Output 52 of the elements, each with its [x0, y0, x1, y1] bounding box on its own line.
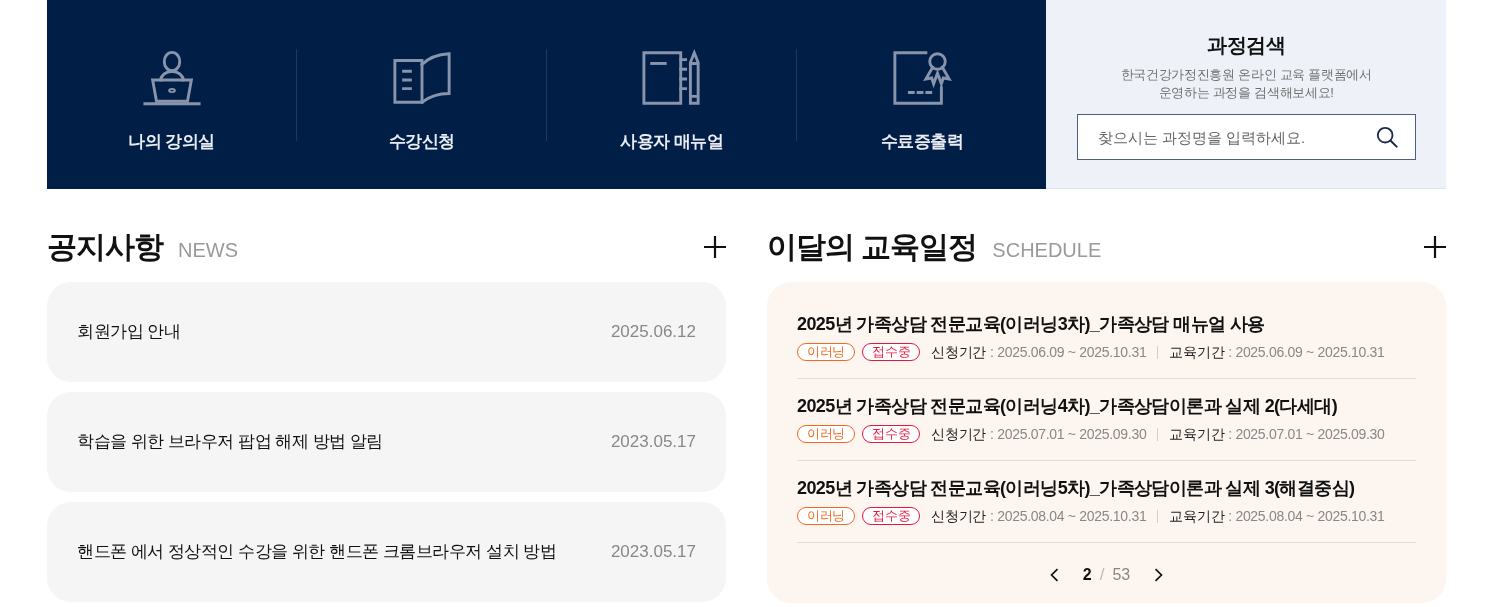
course-title-link[interactable]: 2025년 가족상담 전문교육(이러닝3차)_가족상담 매뉴얼 사용	[797, 311, 1416, 337]
search-panel-title: 과정검색	[1207, 33, 1286, 58]
schedule-more-button[interactable]	[1424, 236, 1446, 258]
course-tag: 이러닝	[797, 425, 856, 443]
chevron-right-icon	[1152, 567, 1164, 583]
edu-period-value: : 2025.06.09 ~ 2025.10.31	[1228, 342, 1385, 362]
course-tag: 이러닝	[797, 343, 856, 361]
edu-period-label: 교육기간	[1169, 506, 1225, 526]
edu-period-value: : 2025.07.01 ~ 2025.09.30	[1228, 424, 1385, 444]
course-tag: 접수중	[862, 343, 921, 361]
apply-period-label: 신청기간	[931, 424, 987, 444]
notice-date: 2023.05.17	[610, 431, 696, 454]
apply-period-label: 신청기간	[931, 506, 987, 526]
section-title: 공지사항	[47, 229, 163, 265]
notice-card[interactable]: 회원가입 안내 2025.06.12	[47, 282, 726, 382]
apply-period-value: : 2025.08.04 ~ 2025.10.31	[990, 506, 1147, 526]
search-button[interactable]	[1375, 126, 1398, 148]
edu-period-label: 교육기간	[1169, 342, 1225, 362]
quick-link[interactable]: 나의 강의실	[47, 0, 297, 189]
notice-card[interactable]: 핸드폰 에서 정상적인 수강을 위한 핸드폰 크롬브라우저 설치 방법 2023.05.17	[47, 502, 726, 602]
notice-date: 2023.05.17	[610, 541, 696, 564]
apply-period-value: : 2025.07.01 ~ 2025.09.30	[990, 424, 1147, 444]
course-title-link[interactable]: 2025년 가족상담 전문교육(이러닝4차)_가족상담이론과 실제 2(다세대)	[797, 393, 1416, 419]
quick-link[interactable]: 수료증출력	[797, 0, 1047, 189]
chevron-left-icon	[1049, 567, 1061, 583]
news-more-button[interactable]	[704, 236, 726, 258]
notice-date: 2025.06.12	[610, 321, 696, 344]
notice-title: 핸드폰 에서 정상적인 수강을 위한 핸드폰 크롬브라우저 설치 방법	[77, 541, 557, 564]
course-tag: 접수중	[862, 425, 921, 443]
plus-icon	[704, 236, 726, 258]
section-subtitle: SCHEDULE	[992, 238, 1102, 262]
quick-link[interactable]: 사용자 매뉴얼	[547, 0, 797, 189]
current-page: 2	[1082, 565, 1092, 585]
course-tag: 접수중	[862, 507, 921, 525]
notice-title: 학습을 위한 브라우저 팝업 해제 방법 알림	[77, 431, 383, 454]
course-title-link[interactable]: 2025년 가족상담 전문교육(이러닝5차)_가족상담이론과 실제 3(해결중심)	[797, 475, 1416, 501]
edu-period-value: : 2025.08.04 ~ 2025.10.31	[1228, 506, 1385, 526]
apply-period-label: 신청기간	[931, 342, 987, 362]
search-icon	[1375, 126, 1398, 148]
section-subtitle: NEWS	[178, 238, 238, 262]
search-description: 한국건강가정진흥원 온라인 교육 플랫폼에서 운영하는 과정을 검색해보세요!	[1120, 66, 1372, 102]
total-pages: 53	[1112, 565, 1131, 585]
plus-icon	[1424, 236, 1446, 258]
notice-card[interactable]: 학습을 위한 브라우저 팝업 해제 방법 알림 2023.05.17	[47, 392, 726, 492]
edu-period-label: 교육기간	[1169, 424, 1225, 444]
section-title: 이달의 교육일정	[767, 229, 978, 265]
quick-link[interactable]: 수강신청	[297, 0, 547, 189]
notice-title: 회원가입 안내	[77, 321, 181, 344]
page-separator: /	[1099, 564, 1105, 587]
course-tag: 이러닝	[797, 507, 856, 525]
search-field[interactable]: 찾으시는 과정명을 입력하세요.	[1076, 114, 1416, 160]
apply-period-value: : 2025.06.09 ~ 2025.10.31	[990, 342, 1147, 362]
